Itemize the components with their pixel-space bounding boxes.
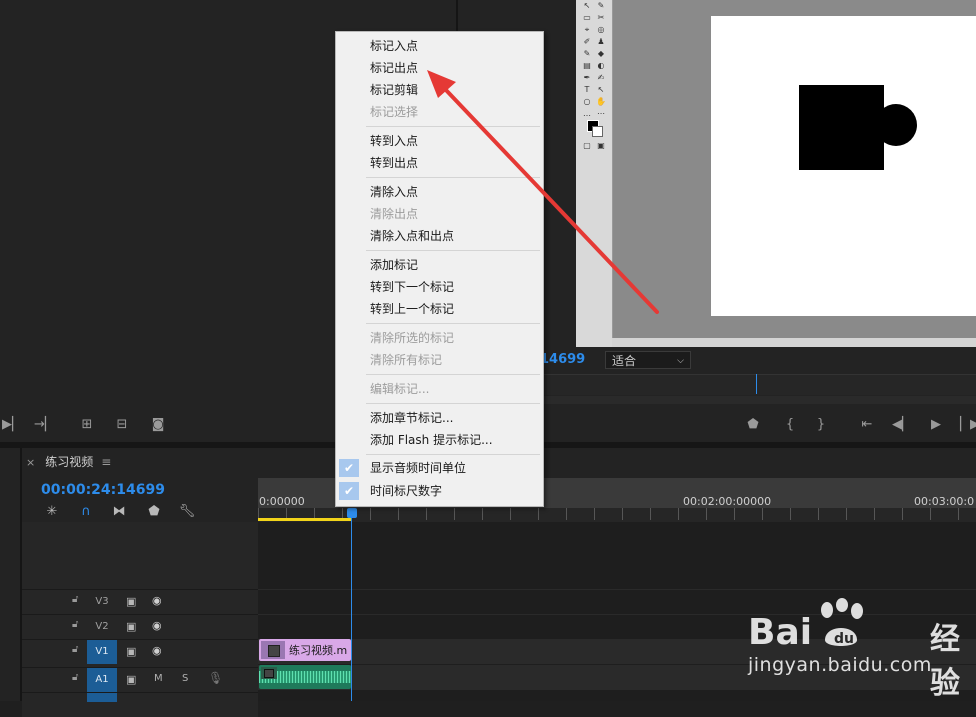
watermark-brand-left: Bai (748, 612, 813, 653)
baidu-jingyan-watermark: Bai du 经验 jingyan.baidu.com (748, 596, 968, 701)
watermark-url: jingyan.baidu.com (748, 654, 932, 676)
svg-text:du: du (834, 631, 854, 647)
baidu-paw-icon: du (821, 598, 863, 647)
watermark-brand-right: 经验 (930, 622, 960, 701)
